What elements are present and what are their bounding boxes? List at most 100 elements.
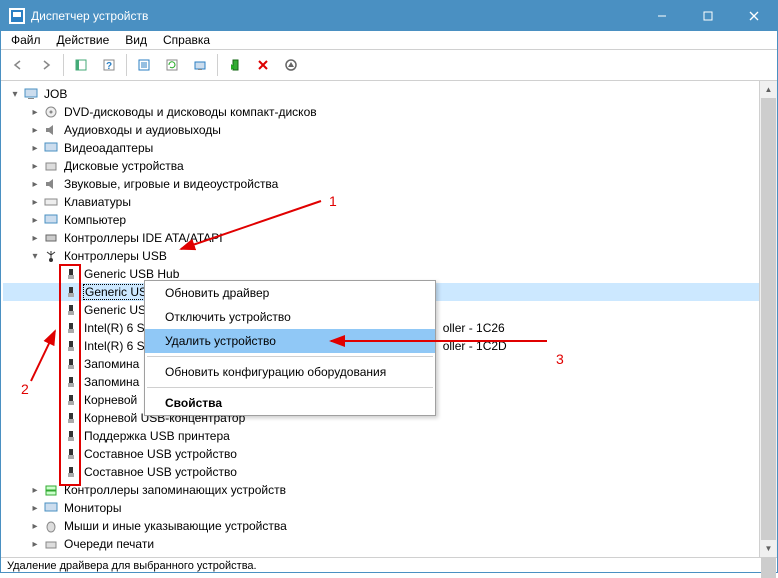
usb-device-icon	[63, 428, 79, 444]
audio-icon	[43, 122, 59, 138]
expand-icon[interactable]: ▸	[27, 503, 43, 514]
toolbar-back-button[interactable]	[5, 52, 31, 78]
toolbar-showhide-button[interactable]	[68, 52, 94, 78]
tree-item-ide[interactable]: ▸ Контроллеры IDE ATA/ATAPI	[3, 229, 759, 247]
expand-icon[interactable]: ▸	[27, 197, 43, 208]
toolbar-properties-button[interactable]	[131, 52, 157, 78]
expand-icon[interactable]: ▸	[27, 179, 43, 190]
tree-item-sound[interactable]: ▸ Звуковые, игровые и видеоустройства	[3, 175, 759, 193]
expand-icon[interactable]: ▸	[27, 521, 43, 532]
tree-item-usb-device[interactable]: · Поддержка USB принтера	[3, 427, 759, 445]
tree-label: Звуковые, игровые и видеоустройства	[63, 177, 279, 191]
disk-icon	[43, 158, 59, 174]
display-icon	[43, 140, 59, 156]
ctx-scan-hardware[interactable]: Обновить конфигурацию оборудования	[145, 360, 435, 384]
tree-label: Generic US	[83, 303, 147, 317]
expand-icon[interactable]: ▸	[27, 539, 43, 550]
toolbar-forward-button[interactable]	[33, 52, 59, 78]
menu-view[interactable]: Вид	[117, 31, 155, 49]
mouse-icon	[43, 518, 59, 534]
menu-file[interactable]: Файл	[3, 31, 49, 49]
usb-device-icon	[63, 464, 79, 480]
expand-icon[interactable]: ▸	[27, 485, 43, 496]
tree-label: Контроллеры запоминающих устройств	[63, 483, 287, 497]
tree-item-computer[interactable]: ▸ Компьютер	[3, 211, 759, 229]
usb-device-icon	[63, 392, 79, 408]
usb-device-icon	[63, 374, 79, 390]
expand-icon[interactable]: ▸	[27, 107, 43, 118]
usb-device-icon	[63, 338, 79, 354]
tree-item-storage[interactable]: ▸ Контроллеры запоминающих устройств	[3, 481, 759, 499]
context-menu: Обновить драйвер Отключить устройство Уд…	[144, 280, 436, 416]
dvd-drive-icon	[43, 104, 59, 120]
tree-label: Запомина	[83, 375, 140, 389]
minimize-button[interactable]	[639, 1, 685, 31]
tree-item-video[interactable]: ▸ Видеоадаптеры	[3, 139, 759, 157]
toolbar-enable-button[interactable]	[222, 52, 248, 78]
scroll-up-button[interactable]: ▲	[760, 81, 777, 98]
tree-item-dvd[interactable]: ▸ DVD-дисководы и дисководы компакт-диск…	[3, 103, 759, 121]
usb-device-icon	[63, 356, 79, 372]
toolbar-help-button[interactable]: ?	[96, 52, 122, 78]
tree-item-usb-device[interactable]: · Составное USB устройство	[3, 445, 759, 463]
ctx-update-driver[interactable]: Обновить драйвер	[145, 281, 435, 305]
ctx-uninstall-device[interactable]: Удалить устройство	[145, 329, 435, 353]
toolbar-disable-button[interactable]	[278, 52, 304, 78]
tree-item-monitor[interactable]: ▸ Мониторы	[3, 499, 759, 517]
tree-label: Клавиатуры	[63, 195, 132, 209]
tree-item-keyboard[interactable]: ▸ Клавиатуры	[3, 193, 759, 211]
tree-item-mouse[interactable]: ▸ Мыши и иные указывающие устройства	[3, 517, 759, 535]
collapse-icon[interactable]: ▾	[7, 89, 23, 100]
usb-device-icon	[63, 266, 79, 282]
expand-icon[interactable]: ▸	[27, 125, 43, 136]
titlebar[interactable]: Диспетчер устройств	[1, 1, 777, 31]
tree-label: Контроллеры IDE ATA/ATAPI	[63, 231, 224, 245]
tree-root[interactable]: ▾ JOB	[3, 85, 759, 103]
expand-icon[interactable]: ▸	[27, 215, 43, 226]
tree-label: Корневой	[83, 393, 138, 407]
scroll-down-button[interactable]: ▼	[760, 540, 777, 557]
ctx-disable-device[interactable]: Отключить устройство	[145, 305, 435, 329]
usb-device-icon	[63, 446, 79, 462]
toolbar-uninstall-button[interactable]	[250, 52, 276, 78]
tree-item-printq[interactable]: ▸ Очереди печати	[3, 535, 759, 553]
tree-label: Компьютер	[63, 213, 127, 227]
tree-item-usb-controllers[interactable]: ▾ Контроллеры USB	[3, 247, 759, 265]
menu-help[interactable]: Справка	[155, 31, 218, 49]
close-button[interactable]	[731, 1, 777, 31]
expand-icon[interactable]: ▸	[27, 143, 43, 154]
tree-label: DVD-дисководы и дисководы компакт-дисков	[63, 105, 318, 119]
maximize-button[interactable]	[685, 1, 731, 31]
tree-label: Intel(R) 6 S	[83, 339, 146, 353]
tree-label: Поддержка USB принтера	[83, 429, 231, 443]
tree-item-disk[interactable]: ▸ Дисковые устройства	[3, 157, 759, 175]
status-text: Удаление драйвера для выбранного устройс…	[7, 560, 257, 572]
keyboard-icon	[43, 194, 59, 210]
svg-text:?: ?	[106, 61, 112, 72]
tree-label: Очереди печати	[63, 537, 155, 551]
vertical-scrollbar[interactable]: ▲ ▼	[759, 81, 777, 557]
expand-icon[interactable]: ▸	[27, 233, 43, 244]
window-title: Диспетчер устройств	[31, 9, 639, 23]
speaker-icon	[43, 176, 59, 192]
tree-label: Generic US	[83, 284, 149, 300]
tree-label: Запомина	[83, 357, 140, 371]
collapse-icon[interactable]: ▾	[27, 251, 43, 262]
tree-label: Мыши и иные указывающие устройства	[63, 519, 288, 533]
scroll-thumb[interactable]	[761, 98, 776, 578]
computer-icon	[23, 86, 39, 102]
menu-action[interactable]: Действие	[49, 31, 118, 49]
usb-device-icon	[63, 320, 79, 336]
tree-label: Generic USB Hub	[83, 267, 180, 281]
toolbar-scan-button[interactable]	[187, 52, 213, 78]
statusbar: Удаление драйвера для выбранного устройс…	[1, 557, 777, 574]
ctx-properties[interactable]: Свойства	[145, 391, 435, 415]
tree-item-audio[interactable]: ▸ Аудиовходы и аудиовыходы	[3, 121, 759, 139]
tree-label: Составное USB устройство	[83, 465, 238, 479]
expand-icon[interactable]: ▸	[27, 161, 43, 172]
toolbar: ?	[1, 50, 777, 81]
tree-item-usb-device[interactable]: · Составное USB устройство	[3, 463, 759, 481]
ctx-separator	[147, 356, 433, 357]
toolbar-update-button[interactable]	[159, 52, 185, 78]
usb-device-icon	[63, 302, 79, 318]
